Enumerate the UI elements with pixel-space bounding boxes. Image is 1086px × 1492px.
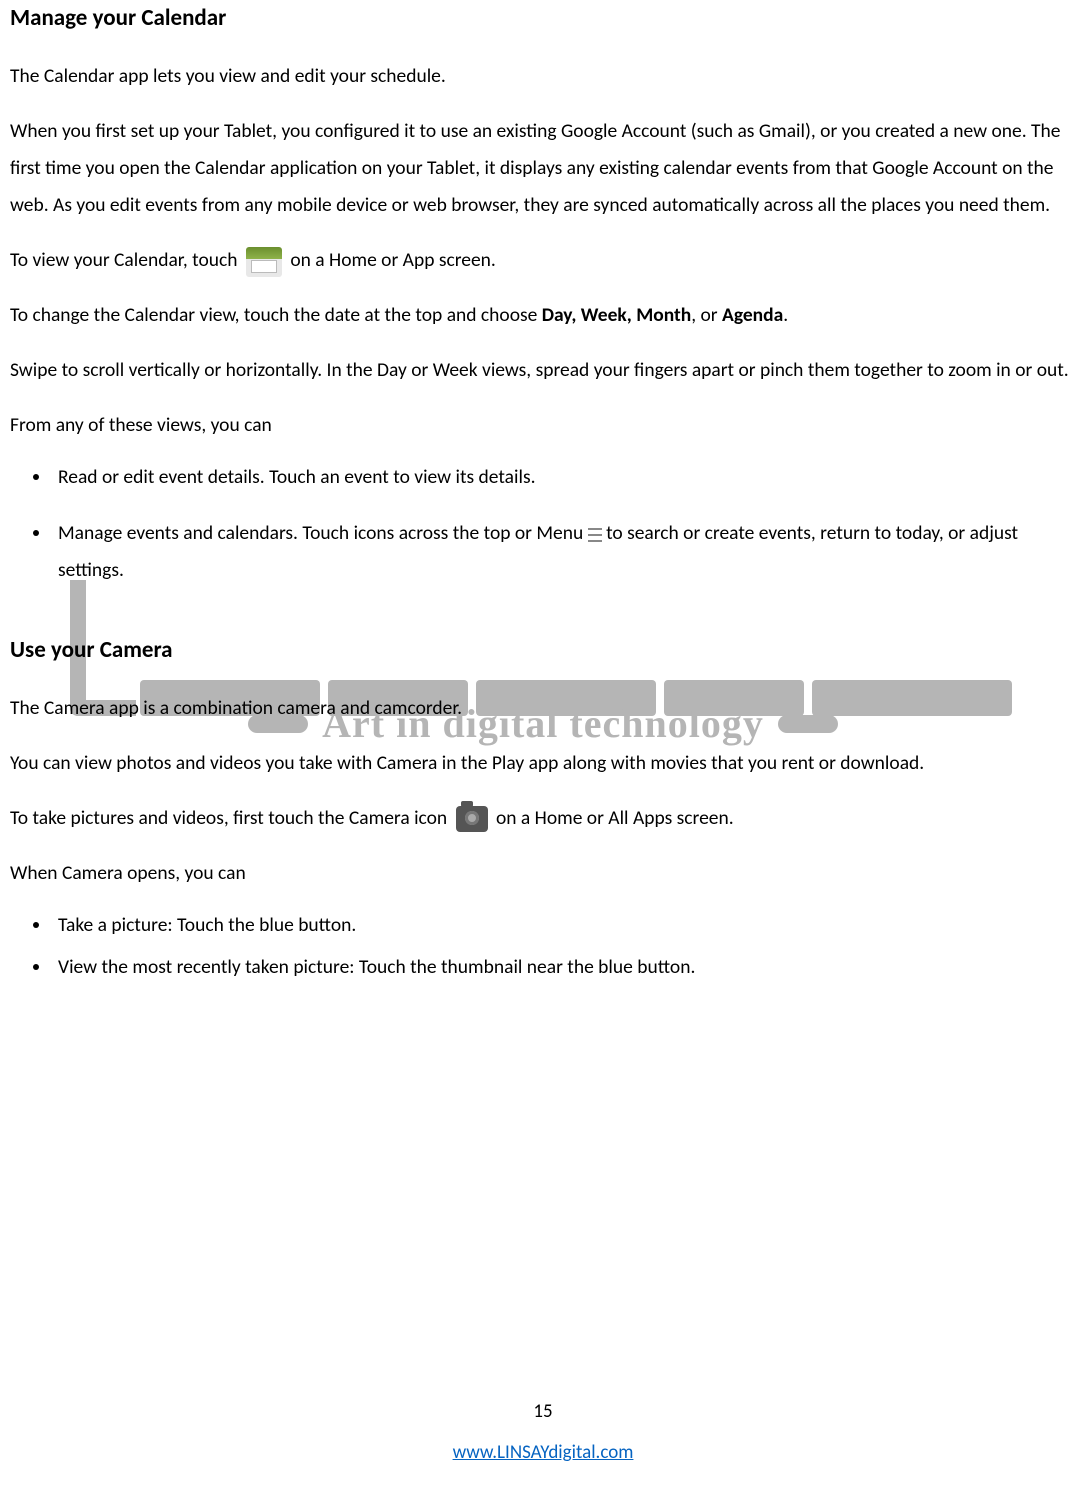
footer-link[interactable]: www.LINSAYdigital.com bbox=[453, 1441, 634, 1464]
camera-icon bbox=[456, 806, 488, 832]
body-text: To view your Calendar, touch on a Home o… bbox=[10, 242, 1076, 279]
section-heading-camera: Use your Camera bbox=[10, 636, 1076, 664]
body-text: The Calendar app lets you view and edit … bbox=[10, 58, 1076, 95]
list-item: Take a picture: Touch the blue button. bbox=[52, 906, 1076, 944]
body-text: The Camera app is a combination camera a… bbox=[10, 690, 1076, 727]
list-item: Read or edit event details. Touch an eve… bbox=[52, 458, 1076, 496]
menu-icon bbox=[588, 528, 602, 542]
page-number: 15 bbox=[0, 1400, 1086, 1423]
bullet-list: Read or edit event details. Touch an eve… bbox=[10, 458, 1076, 589]
body-text: When Camera opens, you can bbox=[10, 855, 1076, 892]
body-text: From any of these views, you can bbox=[10, 407, 1076, 444]
body-text: When you first set up your Tablet, you c… bbox=[10, 113, 1076, 224]
body-text: You can view photos and videos you take … bbox=[10, 745, 1076, 782]
body-text: Swipe to scroll vertically or horizontal… bbox=[10, 352, 1076, 389]
section-heading-calendar: Manage your Calendar bbox=[10, 4, 1076, 32]
body-text: To change the Calendar view, touch the d… bbox=[10, 297, 1076, 334]
calendar-icon bbox=[246, 247, 282, 277]
body-text: To take pictures and videos, first touch… bbox=[10, 800, 1076, 837]
bullet-list: Take a picture: Touch the blue button. V… bbox=[10, 906, 1076, 986]
list-item: View the most recently taken picture: To… bbox=[52, 948, 1076, 986]
list-item: Manage events and calendars. Touch icons… bbox=[52, 514, 1076, 589]
page-footer: 15 www.LINSAYdigital.com bbox=[0, 1400, 1086, 1464]
